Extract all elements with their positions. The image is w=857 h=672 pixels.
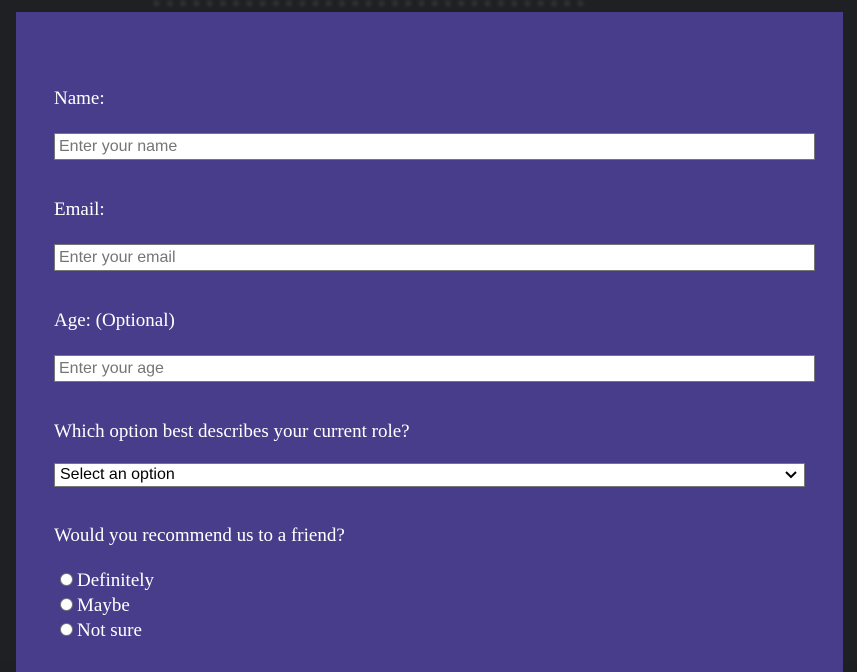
name-input[interactable] (54, 133, 815, 160)
radio-label: Definitely (77, 570, 155, 591)
survey-form-card: Name: Email: Age: (Optional) Which optio… (16, 12, 843, 672)
blurred-background-code: ................................. (150, 0, 587, 11)
age-label: Age: (Optional) (54, 310, 175, 331)
radio-button[interactable] (60, 622, 73, 636)
email-input[interactable] (54, 244, 815, 271)
role-question-label: Which option best describes your current… (54, 421, 410, 442)
role-select-value: Select an option (60, 466, 175, 483)
age-input[interactable] (54, 355, 815, 382)
email-label: Email: (54, 199, 105, 220)
recommend-question-label: Would you recommend us to a friend? (54, 525, 345, 546)
radio-label: Maybe (77, 595, 130, 616)
role-select[interactable]: Select an option (54, 463, 805, 487)
radio-option-definitely[interactable]: Definitely (60, 570, 154, 592)
radio-button[interactable] (60, 597, 73, 611)
radio-label: Not sure (77, 620, 142, 641)
chevron-down-icon (783, 467, 799, 483)
name-label: Name: (54, 88, 105, 109)
radio-option-not-sure[interactable]: Not sure (60, 620, 142, 642)
radio-button[interactable] (60, 572, 73, 586)
radio-option-maybe[interactable]: Maybe (60, 595, 130, 617)
